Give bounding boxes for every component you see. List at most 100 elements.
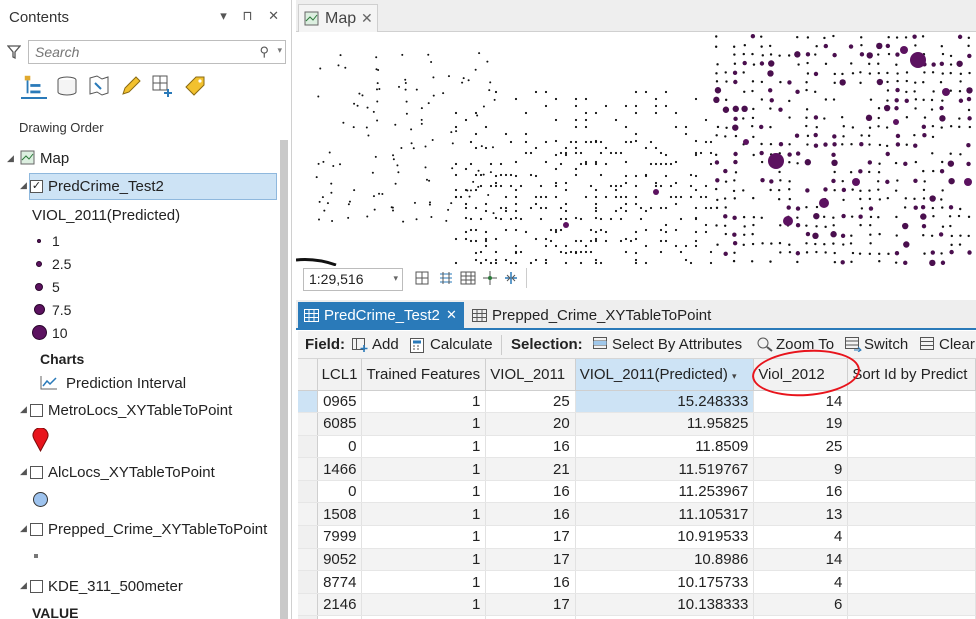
table-cell[interactable]: 10.8986 <box>575 548 755 572</box>
layer-name[interactable]: AlcLocs_XYTableToPoint <box>48 464 215 481</box>
table-cell[interactable]: 17 <box>485 525 576 549</box>
column-header[interactable]: Trained Features <box>361 359 487 391</box>
table-cell[interactable]: 14 <box>753 548 849 572</box>
crime-points-map[interactable] <box>296 32 976 267</box>
table-cell[interactable]: 8774 <box>317 570 363 594</box>
table-cell[interactable]: 9 <box>753 457 849 481</box>
chevron-down-icon[interactable]: ▾ <box>393 273 398 284</box>
table-row[interactable]: 1508 1 16 11.105317 13 <box>298 502 976 527</box>
table-cell[interactable]: 16 <box>485 435 576 459</box>
table-row[interactable]: 1466 1 21 11.519767 9 <box>298 457 976 481</box>
snapping-icon[interactable] <box>503 270 519 286</box>
table-cell[interactable]: 1 <box>361 548 487 572</box>
layer-visibility-checkbox[interactable]: ✓ <box>30 180 43 193</box>
table-cell[interactable]: 11.8509 <box>575 435 755 459</box>
table-row[interactable]: 0 1 16 11.8509 25 <box>298 435 976 459</box>
collapse-layer-icon[interactable]: ◢ <box>20 466 27 477</box>
table-cell[interactable] <box>847 502 976 527</box>
table-cell[interactable]: 1 <box>361 502 487 527</box>
row-header[interactable] <box>298 570 318 594</box>
table-cell[interactable]: 20 <box>485 412 576 436</box>
filter-icon[interactable] <box>7 44 21 60</box>
tab-prepped-crime-table[interactable]: Prepped_Crime_XYTableToPoint <box>466 302 726 330</box>
table-row[interactable]: 0965 1 25 15.248333 14 <box>298 390 976 414</box>
table-cell[interactable]: 21 <box>485 457 576 481</box>
layer-name[interactable]: PredCrime_Test2 <box>48 178 164 195</box>
table-cell[interactable] <box>847 525 976 549</box>
close-icon[interactable]: ✕ <box>361 10 373 27</box>
layer-visibility-checkbox[interactable] <box>30 580 43 593</box>
table-cell[interactable]: 25 <box>485 390 576 414</box>
table-cell[interactable]: 25 <box>753 435 849 459</box>
list-by-snapping-icon[interactable] <box>150 73 176 99</box>
table-cell[interactable]: 11.105317 <box>575 502 755 527</box>
table-cell[interactable]: 6 <box>753 593 849 617</box>
table-cell[interactable] <box>847 593 976 617</box>
collapse-layer-icon[interactable]: ◢ <box>20 404 27 415</box>
search-box[interactable]: ⚲ ▾ <box>28 40 286 64</box>
table-cell[interactable]: 1 <box>361 570 487 594</box>
calculate-button[interactable]: Calculate <box>430 336 493 353</box>
search-input[interactable] <box>35 41 255 63</box>
list-by-drawing-order-icon[interactable] <box>21 73 47 99</box>
table-cell[interactable] <box>847 570 976 594</box>
row-header[interactable] <box>298 435 318 459</box>
row-header[interactable] <box>298 412 318 436</box>
switch-selection-icon[interactable] <box>845 337 862 352</box>
row-header[interactable] <box>298 593 318 617</box>
table-cell[interactable]: 1 <box>361 390 487 414</box>
table-cell[interactable]: 11.253967 <box>575 480 755 504</box>
tab-predcrime-table[interactable]: PredCrime_Test2 ✕ <box>298 302 464 330</box>
layer-name[interactable]: Prepped_Crime_XYTableToPoint <box>48 521 267 538</box>
row-header[interactable] <box>298 390 318 414</box>
table-cell[interactable]: 15.248333 <box>575 390 755 414</box>
table-cell[interactable]: 10.138333 <box>575 593 755 617</box>
sort-descending-icon[interactable]: ▾ <box>732 371 737 381</box>
select-by-attributes-icon[interactable] <box>593 337 609 352</box>
table-cell[interactable]: 13 <box>753 502 849 527</box>
column-header[interactable]: VIOL_2011 <box>485 359 576 391</box>
table-cell[interactable]: 4 <box>753 525 849 549</box>
table-row[interactable]: 7999 1 17 10.919533 4 <box>298 525 976 549</box>
add-field-button[interactable]: Add <box>372 336 399 353</box>
table-cell[interactable]: 0965 <box>317 390 363 414</box>
map-scale-dropdown[interactable]: 1:29,516 ▾ <box>303 268 403 291</box>
table-cell[interactable]: 16 <box>753 480 849 504</box>
crosshair-icon[interactable] <box>482 270 498 286</box>
table-row[interactable]: 6085 1 20 11.95825 19 <box>298 412 976 436</box>
table-cell[interactable]: 1 <box>361 435 487 459</box>
list-by-labeling-icon[interactable] <box>182 73 208 99</box>
zoom-to-icon[interactable] <box>756 336 773 352</box>
table-cell[interactable]: 19 <box>753 412 849 436</box>
collapse-layer-icon[interactable]: ◢ <box>20 523 27 534</box>
table-cell[interactable] <box>847 480 976 504</box>
map-node[interactable]: Map <box>40 150 69 167</box>
table-row[interactable]: 2146 1 17 10.138333 6 <box>298 593 976 617</box>
collapse-layer-icon[interactable]: ◢ <box>20 180 27 191</box>
table-cell[interactable]: 10.175733 <box>575 570 755 594</box>
table-cell[interactable]: 7999 <box>317 525 363 549</box>
table-cell[interactable]: 0 <box>317 435 363 459</box>
table-row[interactable]: 0 1 16 11.253967 16 <box>298 480 976 504</box>
table-cell[interactable]: 17 <box>485 548 576 572</box>
switch-selection-button[interactable]: Switch <box>864 336 908 353</box>
row-header[interactable] <box>298 548 318 572</box>
table-row[interactable]: 9052 1 17 10.8986 14 <box>298 548 976 572</box>
table-cell[interactable] <box>847 548 976 572</box>
layer-visibility-checkbox[interactable] <box>30 404 43 417</box>
table-cell[interactable]: 1 <box>361 593 487 617</box>
row-header[interactable] <box>298 525 318 549</box>
table-cell[interactable]: 1 <box>361 525 487 549</box>
table-cell[interactable]: 11.519767 <box>575 457 755 481</box>
layer-visibility-checkbox[interactable] <box>30 466 43 479</box>
table-cell[interactable]: 0 <box>317 480 363 504</box>
collapse-map-icon[interactable]: ◢ <box>7 153 14 164</box>
table-cell[interactable]: 6085 <box>317 412 363 436</box>
table-cell[interactable]: 4 <box>753 570 849 594</box>
search-icon[interactable]: ⚲ <box>259 44 269 60</box>
contents-scrollbar[interactable] <box>280 140 288 619</box>
column-header[interactable]: LCL1 <box>317 359 363 391</box>
grid-icon[interactable] <box>414 270 430 286</box>
row-header-corner[interactable] <box>298 359 318 391</box>
table-cell[interactable]: 1466 <box>317 457 363 481</box>
